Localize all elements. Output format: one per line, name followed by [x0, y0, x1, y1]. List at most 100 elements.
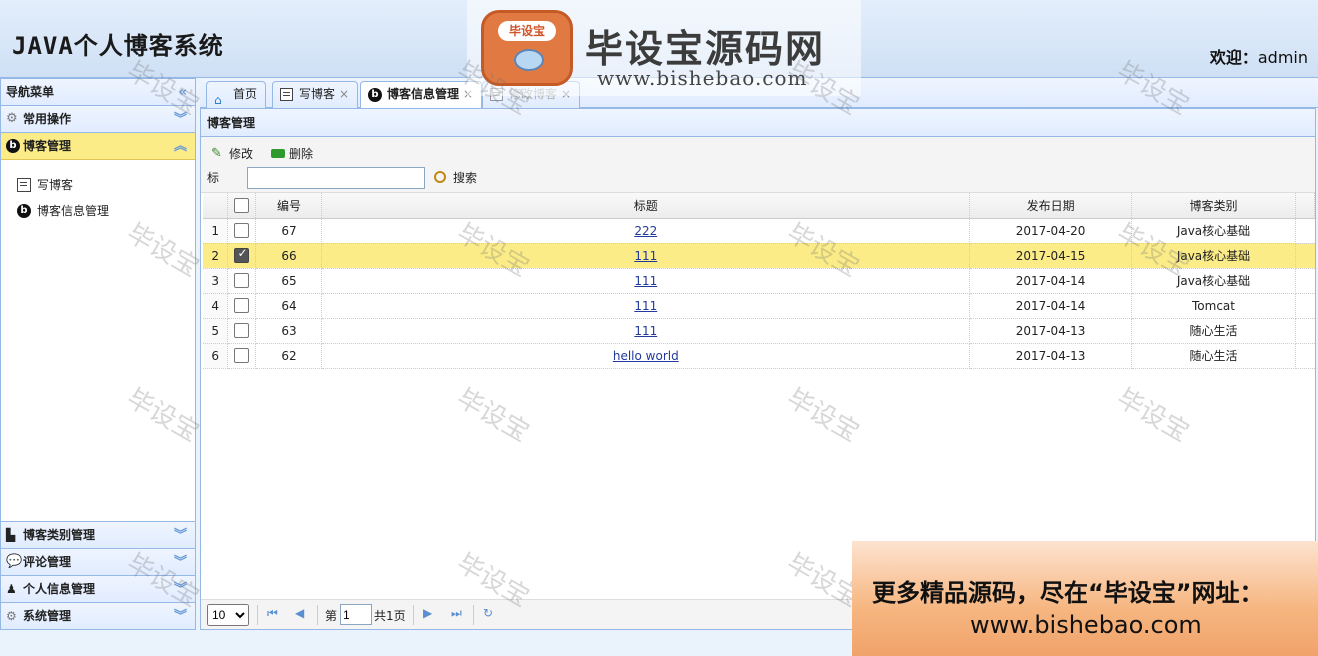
- pager-divider: [473, 605, 474, 625]
- cell-spacer: [1295, 218, 1315, 244]
- column-header-title[interactable]: 标题: [321, 193, 971, 219]
- page-size-select[interactable]: 10: [207, 604, 249, 626]
- sidebar-section-system[interactable]: ⚙ 系统管理 ︾: [1, 603, 195, 630]
- sidebar-item-write-blog[interactable]: 写博客: [1, 172, 195, 198]
- blog-table: 编号 标题 发布日期 博客类别 1 67 222 2017-04-20 Java核心基础…: [203, 193, 1316, 369]
- blog-icon: b: [6, 139, 20, 153]
- delete-button[interactable]: 删除: [271, 145, 313, 163]
- table-row[interactable]: 2 66 111 2017-04-15Java核心基础: [203, 243, 1315, 269]
- sidebar-section-comments[interactable]: 💬 评论管理 ︾: [1, 549, 195, 576]
- sidebar-section-label: 博客类别管理: [23, 528, 96, 542]
- edit-button[interactable]: ✎ 修改: [211, 145, 253, 163]
- table-row[interactable]: 1 67 222 2017-04-20 Java核心基础: [203, 218, 1315, 244]
- page-number-input[interactable]: [340, 604, 372, 625]
- table-header-row: 编号 标题 发布日期 博客类别: [203, 193, 1316, 219]
- row-checkbox[interactable]: [234, 298, 250, 313]
- select-all-checkbox[interactable]: [234, 197, 250, 213]
- blog-title-link[interactable]: 111: [634, 324, 657, 338]
- cell-title: hello world: [321, 343, 971, 369]
- brand-logo-text: 毕设宝: [498, 21, 556, 41]
- row-checkbox[interactable]: [234, 223, 250, 238]
- chevron-up-icon: ︽: [173, 139, 187, 154]
- cell-title: 111: [321, 243, 971, 269]
- pager-divider: [257, 605, 258, 625]
- next-page-icon[interactable]: ▶: [423, 606, 432, 620]
- sidebar-item-blog-manage[interactable]: b 博客信息管理: [1, 198, 195, 224]
- sidebar-section-common[interactable]: ⚙ 常用操作 ︾: [1, 106, 195, 133]
- title-search-input[interactable]: [247, 167, 425, 189]
- promo-text: 更多精品源码，尽在“毕设宝”网址：: [872, 579, 1264, 607]
- tab-label: 首页: [233, 87, 258, 101]
- chevron-down-icon: ︾: [173, 528, 187, 543]
- row-checkbox[interactable]: [234, 246, 250, 263]
- row-checkbox[interactable]: [234, 273, 250, 288]
- gear-icon: ⚙: [6, 111, 18, 126]
- last-page-icon[interactable]: ⏭: [451, 606, 462, 621]
- delete-icon: [271, 149, 285, 158]
- column-header-id[interactable]: 编号: [255, 193, 323, 219]
- table-row[interactable]: 4 64 111 2017-04-14 Tomcat: [203, 293, 1315, 319]
- close-icon[interactable]: ×: [339, 87, 349, 101]
- toolbar: ✎ 修改 删除 标题: 搜索: [201, 137, 1315, 207]
- cell-id: 67: [255, 218, 323, 244]
- sidebar-item-label: 博客信息管理: [37, 204, 110, 218]
- username: admin: [1257, 48, 1308, 67]
- search-icon: [434, 171, 446, 183]
- row-checkbox-cell: [227, 218, 257, 244]
- cell-title: 222: [321, 218, 971, 244]
- pager-divider: [413, 605, 414, 625]
- tab-home[interactable]: ⌂ 首页: [206, 81, 267, 108]
- sidebar-section-category[interactable]: ▙ 博客类别管理 ︾: [1, 522, 195, 549]
- welcome-label: 欢迎：: [1209, 48, 1258, 67]
- cell-id: 66: [255, 243, 323, 269]
- brand-logo-face: [514, 49, 544, 71]
- table-row[interactable]: 6 62 hello world 2017-04-13 随心生活: [203, 343, 1315, 369]
- cell-category: Java核心基础: [1131, 268, 1296, 294]
- row-checkbox-cell: [227, 268, 257, 294]
- chevron-down-icon: ︾: [173, 112, 187, 127]
- cell-date: 2017-04-13: [969, 318, 1133, 344]
- select-all-header: [227, 193, 257, 219]
- cell-title: 111: [321, 318, 971, 344]
- first-page-icon[interactable]: ⏮: [267, 606, 278, 621]
- promo-banner: 更多精品源码，尽在“毕设宝”网址： www.bishebao.com: [852, 541, 1318, 656]
- cell-spacer: [1295, 268, 1315, 294]
- row-checkbox[interactable]: [234, 348, 250, 363]
- sidebar-section-blog[interactable]: b 博客管理 ︽: [1, 133, 195, 160]
- tab-blog-manage[interactable]: b 博客信息管理×: [360, 81, 483, 109]
- cell-date: 2017-04-14: [969, 293, 1133, 319]
- write-icon: [280, 88, 293, 101]
- write-icon: [17, 178, 31, 192]
- row-checkbox-cell: [227, 318, 257, 344]
- table-row[interactable]: 5 63 111 2017-04-13 随心生活: [203, 318, 1315, 344]
- cell-id: 65: [255, 268, 323, 294]
- tab-label: 写博客: [299, 87, 336, 101]
- cell-spacer: [1295, 343, 1315, 369]
- search-button-label: 搜索: [453, 171, 478, 185]
- blog-title-link[interactable]: 222: [634, 224, 657, 238]
- blog-title-link[interactable]: 111: [634, 274, 657, 288]
- prev-page-icon[interactable]: ◀: [295, 606, 304, 620]
- sidebar-section-profile[interactable]: ♟ 个人信息管理 ︾: [1, 576, 195, 603]
- sidebar-item-label: 写博客: [37, 178, 74, 192]
- collapse-icon[interactable]: «: [179, 79, 187, 106]
- row-checkbox[interactable]: [234, 323, 250, 338]
- blog-title-link[interactable]: 111: [634, 249, 657, 263]
- blog-icon: b: [17, 204, 31, 218]
- blog-title-link[interactable]: hello world: [613, 349, 679, 363]
- column-header-category[interactable]: 博客类别: [1131, 193, 1296, 219]
- pencil-icon: ✎: [211, 146, 222, 161]
- cell-id: 63: [255, 318, 323, 344]
- sidebar-title: 导航菜单 «: [1, 79, 195, 106]
- sidebar-section-label: 常用操作: [23, 112, 72, 126]
- refresh-icon[interactable]: ↻: [483, 606, 493, 620]
- column-header-date[interactable]: 发布日期: [969, 193, 1133, 219]
- table-row[interactable]: 3 65 111 2017-04-14 Java核心基础: [203, 268, 1315, 294]
- row-number: 1: [203, 218, 229, 244]
- tab-write-blog[interactable]: 写博客 ×: [272, 81, 359, 108]
- cell-category: 随心生活: [1131, 343, 1296, 369]
- cell-title: 111: [321, 293, 971, 319]
- header-spacer: [1295, 193, 1316, 219]
- blog-title-link[interactable]: 111: [634, 299, 657, 313]
- search-button[interactable]: 搜索: [434, 167, 477, 189]
